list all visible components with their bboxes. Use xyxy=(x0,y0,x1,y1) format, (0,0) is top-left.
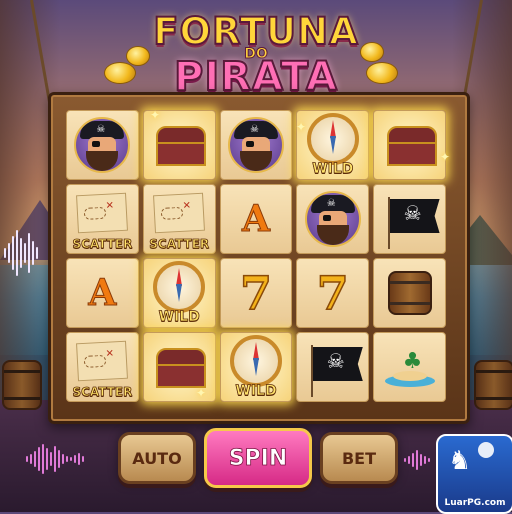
reel-cell: WILD xyxy=(296,110,370,180)
reel-1: ☠ SCATTER A SCATTER xyxy=(66,110,139,402)
reel-cell: SCATTER xyxy=(66,332,139,402)
palm-island-icon: ♣ xyxy=(384,347,435,387)
treasure-chest-icon xyxy=(154,348,207,388)
reel-grid: ☠ SCATTER A SCATTER SCATTER WILD ☠ A 7 WILD WILD ☠ 7… xyxy=(66,110,446,402)
treasure-map-icon xyxy=(76,192,129,234)
letter-a-symbol: A xyxy=(242,198,271,241)
wild-label: WILD xyxy=(158,309,200,326)
pirate-captain-icon: ☠ xyxy=(304,191,361,247)
wild-label: WILD xyxy=(235,383,277,400)
reel-cell xyxy=(373,258,446,328)
pirate-captain-icon: ☠ xyxy=(227,117,284,173)
spin-button[interactable]: SPIN xyxy=(204,428,312,488)
compass-icon xyxy=(229,335,282,387)
pirate-flag-icon: ☠ xyxy=(382,191,440,249)
scatter-label: SCATTER xyxy=(72,237,133,252)
deck-barrel-left xyxy=(2,360,42,410)
moon-icon xyxy=(478,442,494,458)
letter-a-symbol: A xyxy=(88,272,117,315)
reel-cell: A xyxy=(219,184,293,254)
reel-cell: WILD xyxy=(142,258,216,328)
treasure-map-icon xyxy=(153,192,206,234)
treasure-map-icon xyxy=(76,340,129,382)
reel-cell xyxy=(373,110,446,180)
reel-cell: ☠ xyxy=(296,332,370,402)
pirate-flag-icon: ☠ xyxy=(305,339,363,397)
compass-icon xyxy=(306,113,359,165)
sound-wave-right xyxy=(404,450,430,470)
reel-3: ☠ A 7 WILD xyxy=(219,110,293,402)
reel-cell: WILD xyxy=(219,332,293,402)
reel-cell: SCATTER xyxy=(66,184,139,254)
game-logo: FORTUNA DO PIRATA xyxy=(90,6,422,101)
reel-cell: 7 xyxy=(296,258,370,328)
reel-cell: ☠ xyxy=(373,184,446,254)
logo-text: LuarPG.com xyxy=(444,498,506,508)
reel-cell: ☠ xyxy=(219,110,293,180)
bet-button[interactable]: BET xyxy=(320,432,398,484)
sound-wave-side xyxy=(4,230,38,276)
scatter-label: SCATTER xyxy=(72,385,133,400)
luarpg-logo[interactable]: ♞ LuarPG.com xyxy=(436,434,512,514)
sparkle: ✦ xyxy=(440,150,451,164)
reel-cell: A xyxy=(66,258,139,328)
sound-wave-left xyxy=(26,444,84,474)
reel-cell: SCATTER xyxy=(142,184,216,254)
seven-symbol: 7 xyxy=(316,265,350,321)
sparkle: ✦ xyxy=(196,386,207,400)
auto-button[interactable]: AUTO xyxy=(118,432,196,484)
sparkle: ✦ xyxy=(296,120,307,134)
deck-barrel-right xyxy=(474,360,512,410)
seven-symbol: 7 xyxy=(239,265,273,321)
reel-cell: ☠ xyxy=(296,184,370,254)
scatter-label: SCATTER xyxy=(149,237,210,252)
astronaut-icon: ♞ xyxy=(448,446,472,476)
treasure-chest-icon xyxy=(154,126,207,166)
sparkle: ✦ xyxy=(150,108,161,122)
reel-5: ☠ ♣ xyxy=(373,110,446,402)
pirate-captain-icon: ☠ xyxy=(74,117,131,173)
reel-2: SCATTER WILD xyxy=(142,110,216,402)
rum-barrel-icon xyxy=(387,271,432,315)
reel-4: WILD ☠ 7 ☠ xyxy=(296,110,370,402)
wild-label: WILD xyxy=(312,161,354,178)
reel-cell: ☠ xyxy=(66,110,139,180)
compass-icon xyxy=(153,261,206,313)
treasure-chest-icon xyxy=(385,126,437,166)
reel-cell: 7 xyxy=(219,258,293,328)
reel-cell: ♣ xyxy=(373,332,446,402)
